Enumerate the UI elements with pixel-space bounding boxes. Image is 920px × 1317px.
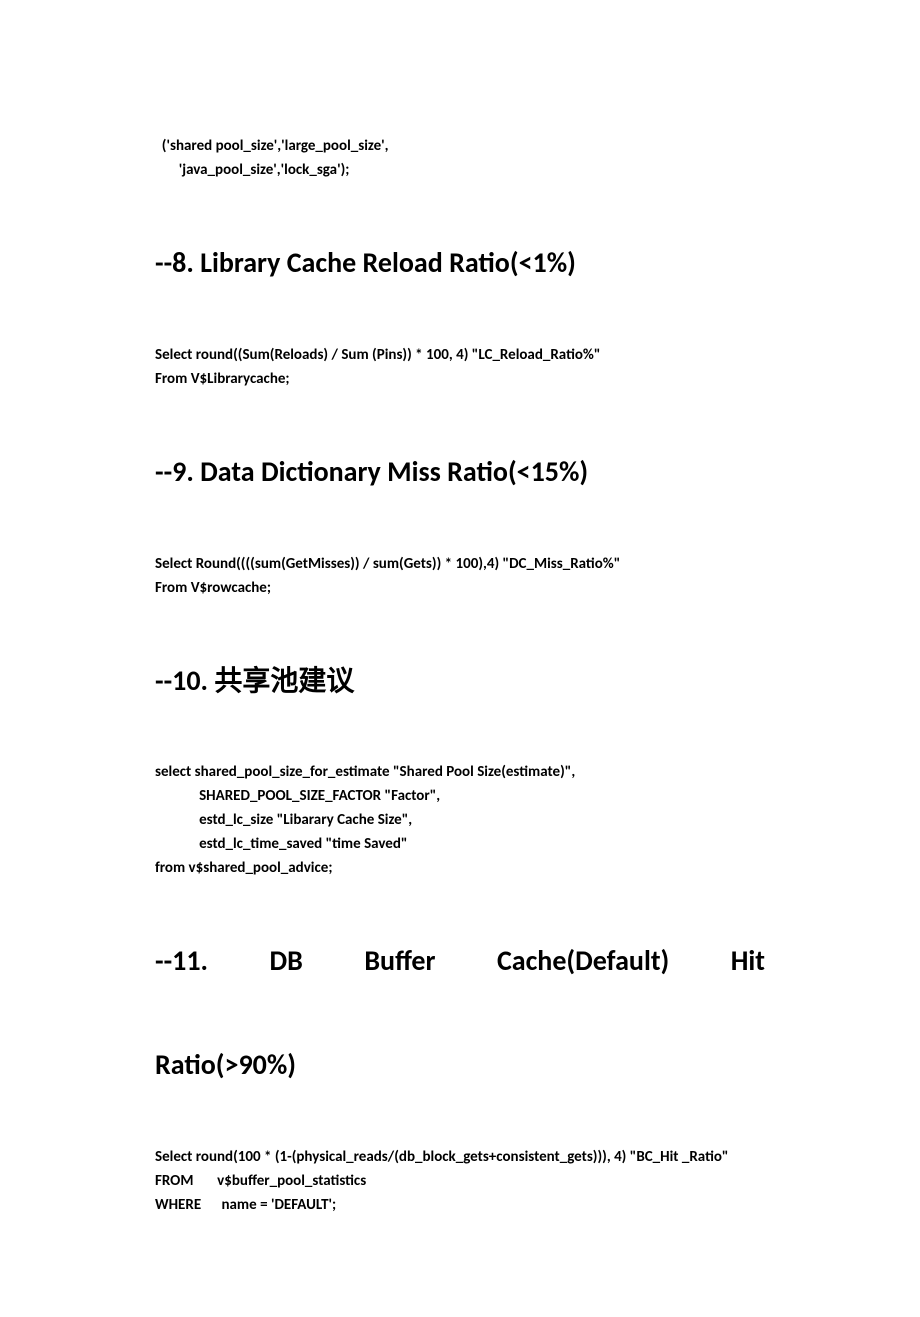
code-line: estd_lc_size "Libarary Cache Size", xyxy=(155,811,412,829)
section-10-code: select shared_pool_size_for_estimate "Sh… xyxy=(155,736,765,880)
section-11-heading-line2: Ratio(>90%) xyxy=(155,1039,765,1091)
section-8-code: Select round((Sum(Reloads) / Sum (Pins))… xyxy=(155,319,765,391)
code-line: select shared_pool_size_for_estimate "Sh… xyxy=(155,763,575,781)
code-line: Select Round((((sum(GetMisses)) / sum(Ge… xyxy=(155,555,620,573)
section-11-heading-line1: --11. DB Buffer Cache(Default) Hit xyxy=(155,935,765,1039)
code-line: FROM v$buffer_pool_statistics xyxy=(155,1172,366,1190)
code-line: From V$Librarycache; xyxy=(155,370,290,388)
code-line: from v$shared_pool_advice; xyxy=(155,859,332,877)
code-line: Select round((Sum(Reloads) / Sum (Pins))… xyxy=(155,346,600,364)
code-line: SHARED_POOL_SIZE_FACTOR "Factor", xyxy=(155,787,440,805)
preamble-line-2: 'java_pool_size','lock_sga'); xyxy=(155,161,349,179)
preamble-line-1: ('shared pool_size','large_pool_size', xyxy=(162,137,389,155)
section-11-code: Select round(100 * (1-(physical_reads/(d… xyxy=(155,1121,765,1217)
preamble-code: ('shared pool_size','large_pool_size', '… xyxy=(155,110,765,182)
code-line: estd_lc_time_saved "time Saved" xyxy=(155,835,408,853)
code-line: Select round(100 * (1-(physical_reads/(d… xyxy=(155,1148,729,1166)
code-line: From V$rowcache; xyxy=(155,579,271,597)
section-9-heading: --9. Data Dictionary Miss Ratio(<15%) xyxy=(155,446,765,498)
section-9-code: Select Round((((sum(GetMisses)) / sum(Ge… xyxy=(155,528,765,600)
code-line: WHERE name = 'DEFAULT'; xyxy=(155,1196,336,1214)
section-8-heading: --8. Library Cache Reload Ratio(<1%) xyxy=(155,237,765,289)
section-10-heading: --10. 共享池建议 xyxy=(155,655,765,707)
section-11-heading: --11. DB Buffer Cache(Default) Hit Ratio… xyxy=(155,935,765,1090)
